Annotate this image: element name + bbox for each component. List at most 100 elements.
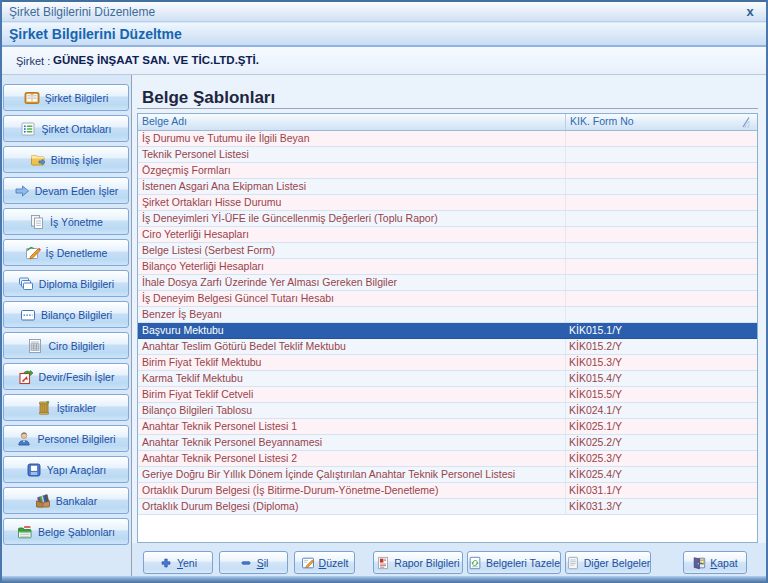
table-row[interactable]: Bilanço Yeterliği Hesapları (138, 259, 757, 275)
table-row[interactable]: İş Durumu ve Tutumu ile İlgili Beyan (138, 131, 757, 147)
table-row[interactable]: Bilanço Bilgileri TablosuKİK024.1/Y (138, 403, 757, 419)
report-icon (376, 556, 390, 570)
exit-door-icon (692, 556, 706, 570)
table-row[interactable]: Ortaklık Durum Belgesi (İş Bitirme-Durum… (138, 483, 757, 499)
kapat-button[interactable]: Kapat (683, 551, 747, 574)
table-row[interactable]: Anahtar Teknik Personel BeyannamesiKİK02… (138, 435, 757, 451)
dashed-box-icon (20, 307, 36, 323)
table-row[interactable]: Karma Teklif MektubuKİK015.4/Y (138, 371, 757, 387)
yeni-button[interactable]: Yeni (143, 551, 213, 574)
edit-icon (301, 556, 315, 570)
sidebar-item-i-s-denetleme[interactable]: İş Denetleme (3, 239, 129, 266)
sidebar-item-diploma-bilgileri[interactable]: Diploma Bilgileri (3, 270, 129, 297)
table-row[interactable]: Teknik Personel Listesi (138, 147, 757, 163)
sidebar-item-bilanco-bilgileri[interactable]: Bilanço Bilgileri (3, 301, 129, 328)
form-title: Şirket Bilgilerini Düzeltme (9, 26, 182, 42)
sidebar-item-bitmis-i-sler[interactable]: Bitmiş İşler (3, 146, 129, 173)
sidebar-item-belge-sablonlari[interactable]: Belge Şablonları (3, 518, 129, 545)
app-window: Şirket Bilgilerini Düzenleme x Şirket Bi… (0, 0, 768, 583)
table-row[interactable]: Özgeçmiş Formları (138, 163, 757, 179)
duzelt-button[interactable]: Düzelt (294, 551, 355, 574)
rapor-bilgileri-button[interactable]: Rapor Bilgileri (373, 551, 463, 574)
table-row[interactable]: Birim Fiyat Teklif CetveliKİK015.5/Y (138, 387, 757, 403)
cell-kik-form-no (566, 131, 757, 146)
cell-belge-adi: İş Deneyimleri Yİ-ÜFE ile Güncellenmiş D… (138, 211, 566, 226)
sidebar-item-label: Şirket Bilgileri (45, 92, 109, 104)
sidebar-item-i-s-yonetme[interactable]: İş Yönetme (3, 208, 129, 235)
cell-belge-adi: İş Deneyim Belgesi Güncel Tutarı Hesabı (138, 291, 566, 306)
sidebar-item-devam-eden-i-sler[interactable]: Devam Eden İşler (3, 177, 129, 204)
table-row[interactable]: Başvuru MektubuKİK015.1/Y (138, 323, 757, 339)
sidebar-item-personel-bilgileri[interactable]: Personel Bilgileri (3, 425, 129, 452)
cell-belge-adi: Bilanço Yeterliği Hesapları (138, 259, 566, 274)
folder-doc-icon (17, 524, 33, 540)
table-row[interactable]: İş Deneyimleri Yİ-ÜFE ile Güncellenmiş D… (138, 211, 757, 227)
title-rule (137, 108, 758, 109)
button-label: Düzelt (319, 557, 349, 569)
cell-kik-form-no (566, 147, 757, 162)
cell-belge-adi: Teknik Personel Listesi (138, 147, 566, 162)
table-row[interactable]: İhale Dosya Zarfı Üzerinde Yer Alması Ge… (138, 275, 757, 291)
table-row[interactable]: Birim Fiyat Teklif MektubuKİK015.3/Y (138, 355, 757, 371)
diger-belgeler-button[interactable]: Diğer Belgeler (565, 551, 651, 574)
table-row[interactable]: İş Deneyim Belgesi Güncel Tutarı Hesabı (138, 291, 757, 307)
sidebar-item-devir-fesih-i-sler[interactable]: Devir/Fesih İşler (3, 363, 129, 390)
grid-body: İş Durumu ve Tutumu ile İlgili BeyanTekn… (138, 131, 757, 515)
cell-belge-adi: Anahtar Teknik Personel Listesi 2 (138, 451, 566, 466)
column-header-kik-form-no[interactable]: KIK. Form No (566, 114, 757, 130)
sidebar-item-sirket-bilgileri[interactable]: Şirket Bilgileri (3, 84, 129, 111)
table-row[interactable]: Ortaklık Durum Belgesi (Diploma)KİK031.3… (138, 499, 757, 515)
close-icon[interactable]: x (742, 4, 758, 20)
table-row[interactable]: Benzer İş Beyanı (138, 307, 757, 323)
sidebar-item-ciro-bilgileri[interactable]: Ciro Bilgileri (3, 332, 129, 359)
sidebar-item-i-stirakler[interactable]: İştirakler (3, 394, 129, 421)
belgeleri-tazele-button[interactable]: Belgeleri Tazele (467, 551, 561, 574)
cell-kik-form-no: KİK025.4/Y (566, 467, 757, 482)
cell-belge-adi: Anahtar Teknik Personel Listesi 1 (138, 419, 566, 434)
cell-belge-adi: İhale Dosya Zarfı Üzerinde Yer Alması Ge… (138, 275, 566, 290)
sidebar-item-label: İş Denetleme (46, 247, 108, 259)
cell-kik-form-no (566, 211, 757, 226)
cell-kik-form-no: KİK031.1/Y (566, 483, 757, 498)
table-row[interactable]: Anahtar Teslim Götürü Bedel Teklif Mektu… (138, 339, 757, 355)
table-row[interactable]: Anahtar Teknik Personel Listesi 1KİK025.… (138, 419, 757, 435)
cell-kik-form-no (566, 307, 757, 322)
cell-belge-adi: Belge Listesi (Serbest Form) (138, 243, 566, 258)
cell-kik-form-no (566, 163, 757, 178)
cell-belge-adi: Özgeçmiş Formları (138, 163, 566, 178)
cell-belge-adi: Benzer İş Beyanı (138, 307, 566, 322)
cell-belge-adi: Birim Fiyat Teklif Mektubu (138, 355, 566, 370)
button-label: Sil (257, 557, 269, 569)
table-row[interactable]: Ciro Yeterliği Hesapları (138, 227, 757, 243)
sidebar-item-bankalar[interactable]: Bankalar (3, 487, 129, 514)
cell-belge-adi: Anahtar Teknik Personel Beyannamesi (138, 435, 566, 450)
cell-belge-adi: Başvuru Mektubu (138, 323, 566, 338)
table-row[interactable]: Şirket Ortakları Hisse Durumu (138, 195, 757, 211)
sidebar-item-label: Bitmiş İşler (51, 154, 102, 166)
button-label: Belgeleri Tazele (486, 557, 560, 569)
window-bottom-border (2, 576, 766, 583)
sidebar-item-label: Devir/Fesih İşler (39, 371, 115, 383)
sidebar-item-yapi-araclari[interactable]: Yapı Araçları (3, 456, 129, 483)
column-header-belge-adi[interactable]: Belge Adı (138, 114, 566, 130)
table-row[interactable]: Anahtar Teknik Personel Listesi 2KİK025.… (138, 451, 757, 467)
cell-kik-form-no: KİK015.3/Y (566, 355, 757, 370)
cell-belge-adi: Anahtar Teslim Götürü Bedel Teklif Mektu… (138, 339, 566, 354)
cell-kik-form-no: KİK031.3/Y (566, 499, 757, 514)
minus-icon (239, 556, 253, 570)
table-row[interactable]: Geriye Doğru Bir Yıllık Dönem İçinde Çal… (138, 467, 757, 483)
cell-kik-form-no (566, 179, 757, 194)
sil-button[interactable]: Sil (219, 551, 288, 574)
window-border-left (0, 0, 2, 583)
cell-kik-form-no (566, 227, 757, 242)
sidebar-item-label: İş Yönetme (50, 216, 103, 228)
page-title: Belge Şablonları (142, 88, 275, 108)
table-row[interactable]: İstenen Asgari Ana Ekipman Listesi (138, 179, 757, 195)
window-title: Şirket Bilgilerini Düzenleme (9, 5, 155, 19)
table-row[interactable]: Belge Listesi (Serbest Form) (138, 243, 757, 259)
cell-kik-form-no: KİK015.5/Y (566, 387, 757, 402)
sidebar-item-sirket-ortaklari[interactable]: Şirket Ortakları (3, 115, 129, 142)
sidebar-item-label: Belge Şablonları (38, 526, 115, 538)
cell-belge-adi: Ortaklık Durum Belgesi (Diploma) (138, 499, 566, 514)
doc-icon (566, 556, 580, 570)
